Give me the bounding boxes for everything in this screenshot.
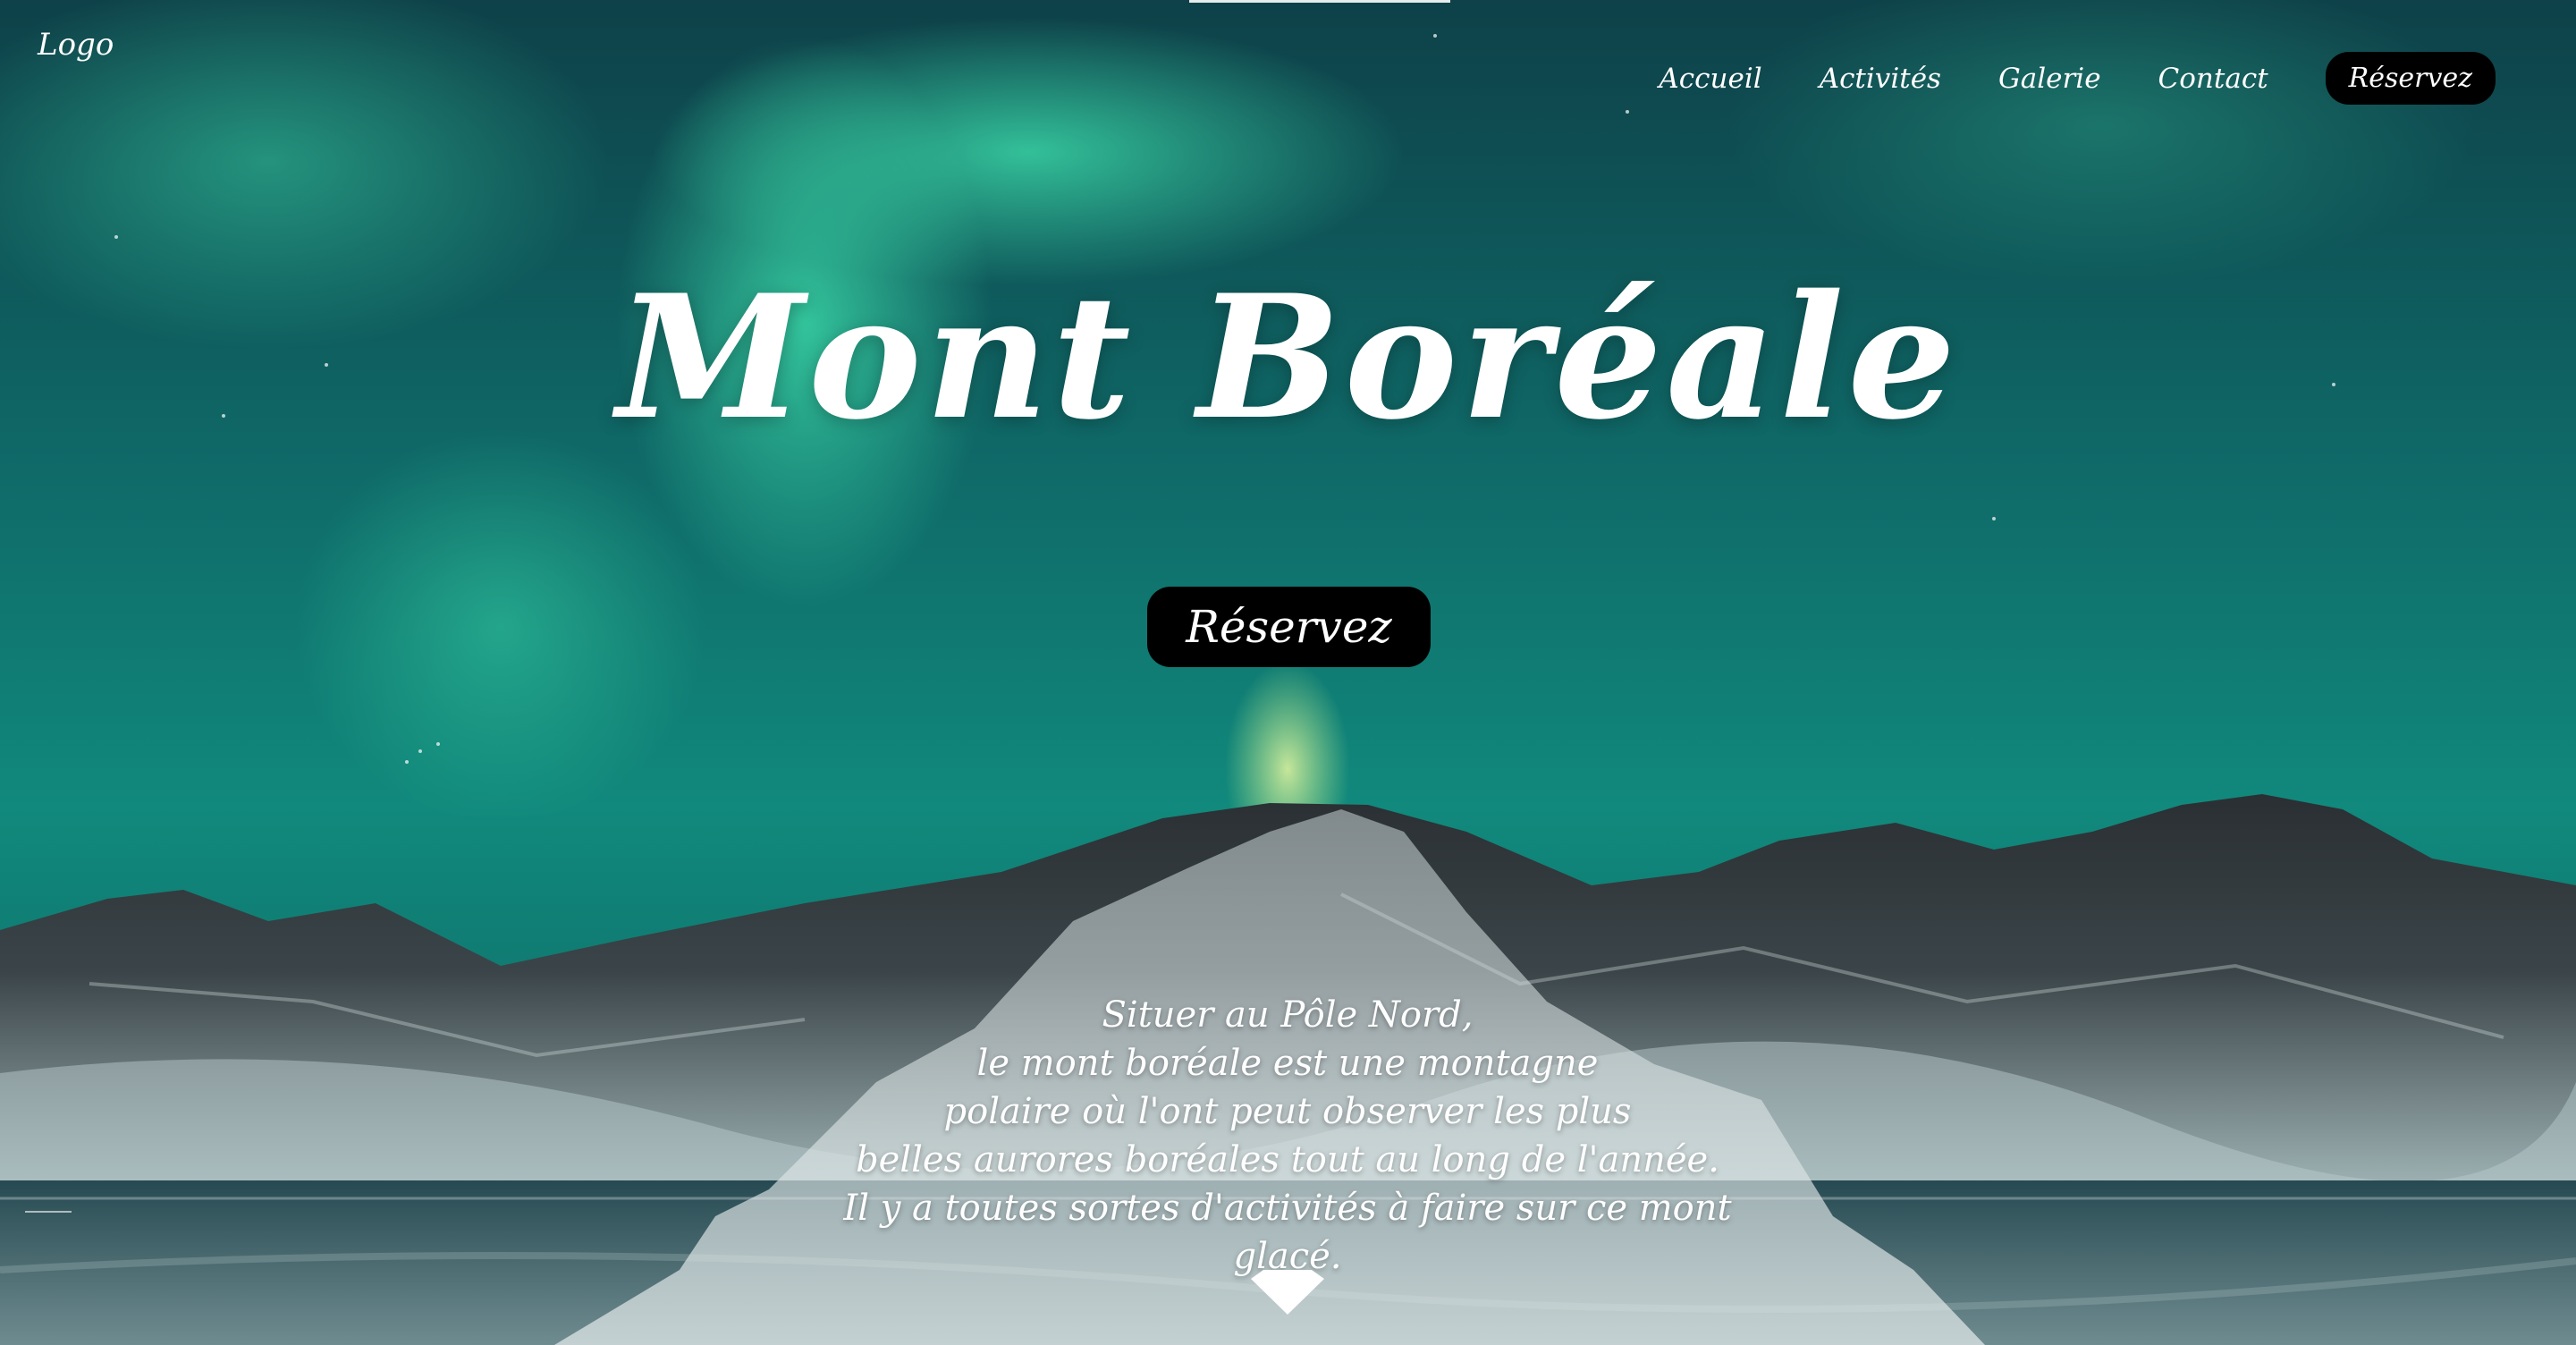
nav-item-contact[interactable]: Contact bbox=[2158, 63, 2268, 95]
nav-reserve-button[interactable]: Réservez bbox=[2325, 52, 2496, 105]
chevron-down-icon[interactable] bbox=[1251, 1270, 1324, 1315]
description-line: Situer au Pôle Nord, bbox=[1102, 994, 1474, 1036]
main-nav: Accueil Activités Galerie Contact Réserv… bbox=[1659, 52, 2496, 105]
hero-description: Situer au Pôle Nord, le mont boréale est… bbox=[787, 991, 1788, 1281]
description-line: polaire où l'ont peut observer les plus bbox=[943, 1091, 1632, 1132]
hero-reserve-button[interactable]: Réservez bbox=[1147, 587, 1431, 667]
description-line: le mont boréale est une montagne bbox=[976, 1043, 1599, 1084]
landing-page: Logo Accueil Activités Galerie Contact R… bbox=[0, 0, 2576, 1345]
description-line: Il y a toutes sortes d'activités à faire… bbox=[843, 1188, 1732, 1277]
nav-item-accueil[interactable]: Accueil bbox=[1659, 63, 1761, 95]
description-line: belles aurores boréales tout au long de … bbox=[856, 1139, 1719, 1180]
hero-title: Mont Boréale bbox=[616, 258, 1960, 457]
nav-item-activites[interactable]: Activités bbox=[1820, 63, 1941, 95]
top-accent-line bbox=[1189, 0, 1450, 3]
nav-item-galerie[interactable]: Galerie bbox=[1998, 63, 2101, 95]
side-indicator-dash bbox=[25, 1211, 72, 1213]
logo[interactable]: Logo bbox=[38, 27, 114, 63]
